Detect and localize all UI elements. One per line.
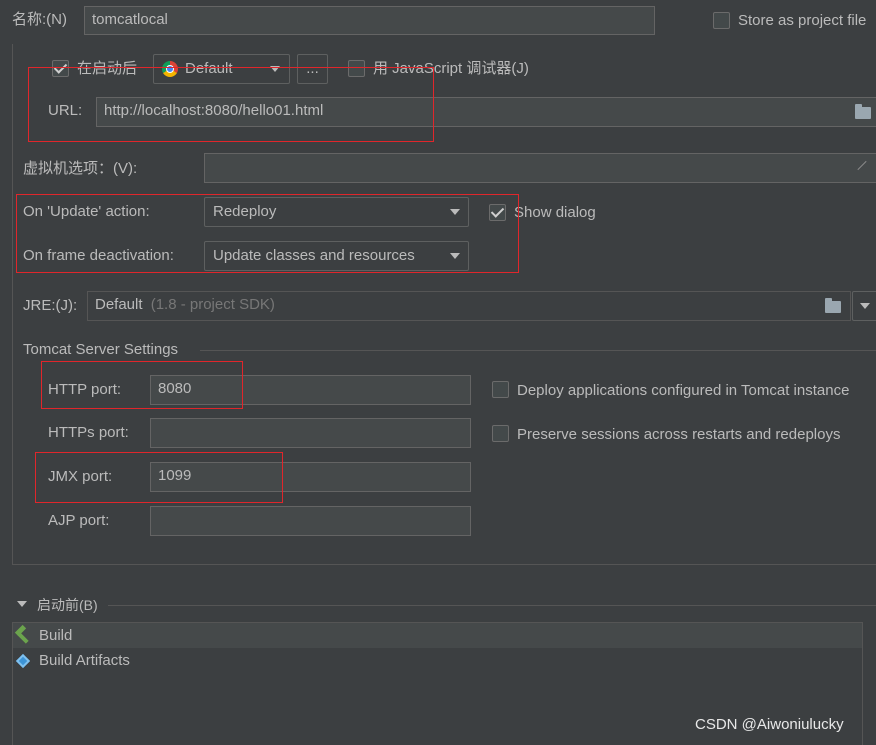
section-divider [108, 605, 876, 606]
folder-icon[interactable] [855, 104, 871, 119]
preserve-sessions-label: Preserve sessions across restarts and re… [517, 426, 841, 443]
vm-options-label: 虚拟机选项：(V): [23, 160, 138, 177]
vm-options-input[interactable] [204, 153, 876, 183]
preserve-sessions-checkbox[interactable] [492, 425, 509, 442]
name-input[interactable]: tomcatlocal [84, 6, 655, 35]
highlight-box [16, 194, 519, 273]
jre-input[interactable]: Default (1.8 - project SDK) [87, 291, 851, 321]
collapse-triangle-icon[interactable] [17, 601, 27, 607]
ajp-port-input[interactable] [150, 506, 471, 536]
list-item[interactable] [13, 623, 862, 648]
expand-icon[interactable] [856, 161, 866, 171]
before-launch-item-build-artifacts: Build Artifacts [39, 652, 130, 669]
highlight-box [28, 67, 434, 142]
https-port-label: HTTPs port: [48, 424, 129, 441]
store-as-project-file-label: Store as project file [738, 12, 867, 29]
tomcat-section-title: Tomcat Server Settings [23, 341, 179, 358]
watermark: CSDN @Aiwoniulucky [695, 716, 844, 733]
deploy-apps-checkbox[interactable] [492, 381, 509, 398]
jre-hint: (1.8 - project SDK) [150, 296, 275, 313]
store-as-project-file-checkbox[interactable] [713, 12, 730, 29]
section-divider [200, 350, 876, 351]
show-dialog-label: Show dialog [514, 204, 596, 221]
name-label: 名称:(N) [12, 11, 67, 28]
before-launch-item-build: Build [39, 627, 73, 644]
highlight-box [41, 361, 243, 409]
highlight-box [35, 452, 283, 503]
ajp-port-label: AJP port: [48, 512, 110, 529]
folder-icon[interactable] [825, 298, 841, 313]
hammer-icon [14, 627, 32, 643]
jre-label: JRE:(J): [23, 297, 78, 314]
deploy-apps-label: Deploy applications configured in Tomcat… [517, 382, 850, 399]
chevron-down-icon [860, 303, 870, 309]
before-launch-title: 启动前(B) [37, 597, 98, 613]
jre-value: Default [95, 296, 143, 313]
https-port-input[interactable] [150, 418, 471, 448]
